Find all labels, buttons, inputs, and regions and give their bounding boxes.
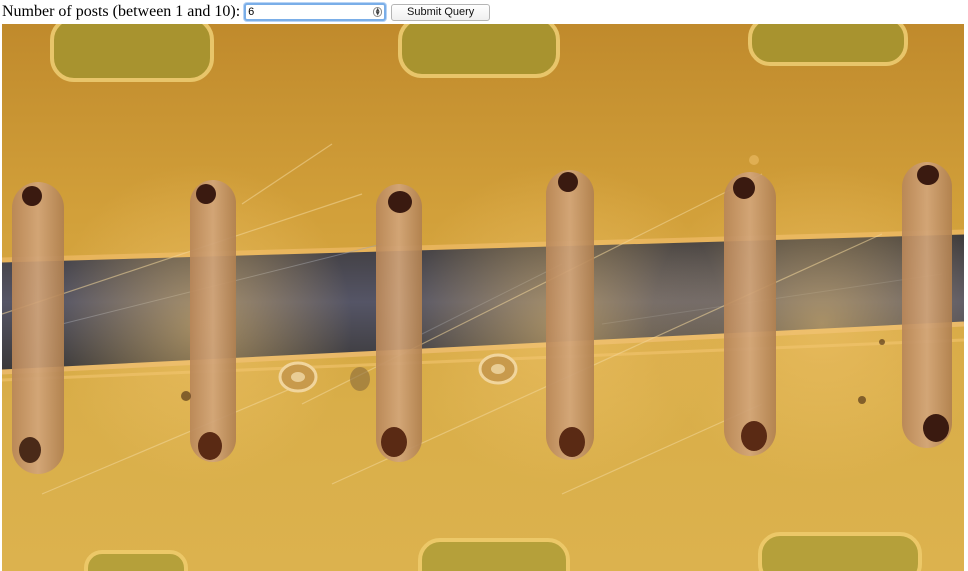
post-3 [376, 184, 422, 462]
spinner-updown-icon[interactable]: ▲ ▼ [373, 7, 383, 17]
posts-count-field[interactable]: ▲▼ [244, 3, 387, 21]
posts-count-input[interactable] [248, 5, 367, 19]
post-4 [546, 170, 594, 460]
microscope-photo [2, 24, 964, 571]
post-2 [190, 180, 236, 462]
post-6 [902, 162, 952, 448]
post-1 [12, 182, 64, 474]
post-5 [724, 172, 776, 456]
submit-query-button[interactable]: Submit Query [391, 3, 491, 21]
posts-form: Number of posts (between 1 and 10): ▲▼ S… [0, 0, 491, 24]
posts-count-label: Number of posts (between 1 and 10): [2, 3, 241, 20]
